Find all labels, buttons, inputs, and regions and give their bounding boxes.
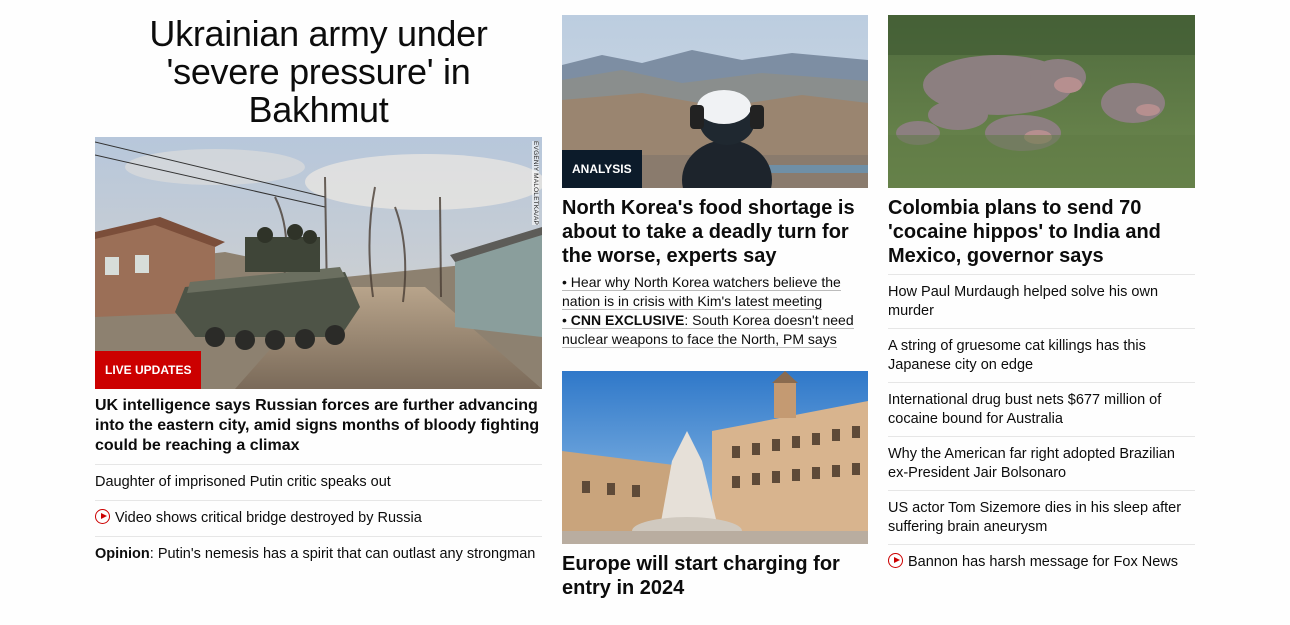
right-column: Colombia plans to send 70 'cocaine hippo… <box>888 0 1195 579</box>
right-link-5[interactable]: US actor Tom Sizemore dies in his sleep … <box>888 491 1195 545</box>
europe-image[interactable] <box>562 371 868 544</box>
right-link-6[interactable]: Bannon has harsh message for Fox News <box>888 545 1195 579</box>
related-link-3[interactable]: Opinion: Putin's nemesis has a spirit th… <box>95 537 542 572</box>
trieste-square-image <box>562 371 868 544</box>
related-link-2[interactable]: Video shows critical bridge destroyed by… <box>95 501 542 537</box>
hippos-image[interactable] <box>888 15 1195 188</box>
live-updates-badge: LIVE UPDATES <box>95 351 202 389</box>
north-korea-image[interactable]: ANALYSIS <box>562 15 868 188</box>
lead-related-links: Daughter of imprisoned Putin critic spea… <box>95 465 542 572</box>
right-link-1[interactable]: How Paul Murdaugh helped solve his own m… <box>888 275 1195 329</box>
hero-headline: Ukrainian army under 'severe pressure' i… <box>95 15 542 129</box>
europe-headline[interactable]: Europe will start charging for entry in … <box>562 552 868 600</box>
play-circle-icon <box>95 509 110 524</box>
analysis-badge: ANALYSIS <box>562 150 642 188</box>
hippos-in-water-image <box>888 15 1195 188</box>
hippos-headline[interactable]: Colombia plans to send 70 'cocaine hippo… <box>888 196 1195 268</box>
related-link-1[interactable]: Daughter of imprisoned Putin critic spea… <box>95 465 542 501</box>
right-links-list: How Paul Murdaugh helped solve his own m… <box>888 274 1195 579</box>
lead-story-image[interactable]: EVGENIY MALOLETKA/AP LIVE UPDATES <box>95 137 542 389</box>
play-circle-icon <box>888 553 903 568</box>
sub-link-2[interactable]: • CNN EXCLUSIVE: South Korea doesn't nee… <box>562 311 868 349</box>
right-link-2[interactable]: A string of gruesome cat killings has th… <box>888 329 1195 383</box>
lead-story-headline[interactable]: UK intelligence says Russian forces are … <box>95 396 542 465</box>
sub-link-1[interactable]: • Hear why North Korea watchers believe … <box>562 273 868 311</box>
right-link-4[interactable]: Why the American far right adopted Brazi… <box>888 437 1195 491</box>
exclusive-label: CNN EXCLUSIVE <box>570 312 685 328</box>
hero-headline-link[interactable]: Ukrainian army under 'severe pressure' i… <box>149 13 487 130</box>
lead-story-column: Ukrainian army under 'severe pressure' i… <box>95 0 542 572</box>
middle-column: ANALYSIS North Korea's food shortage is … <box>562 0 868 600</box>
opinion-label: Opinion <box>95 546 150 562</box>
image-credit: EVGENIY MALOLETKA/AP <box>532 141 539 226</box>
north-korea-headline[interactable]: North Korea's food shortage is about to … <box>562 196 868 268</box>
right-link-3[interactable]: International drug bust nets $677 millio… <box>888 383 1195 437</box>
north-korea-sub-links: • Hear why North Korea watchers believe … <box>562 273 868 349</box>
